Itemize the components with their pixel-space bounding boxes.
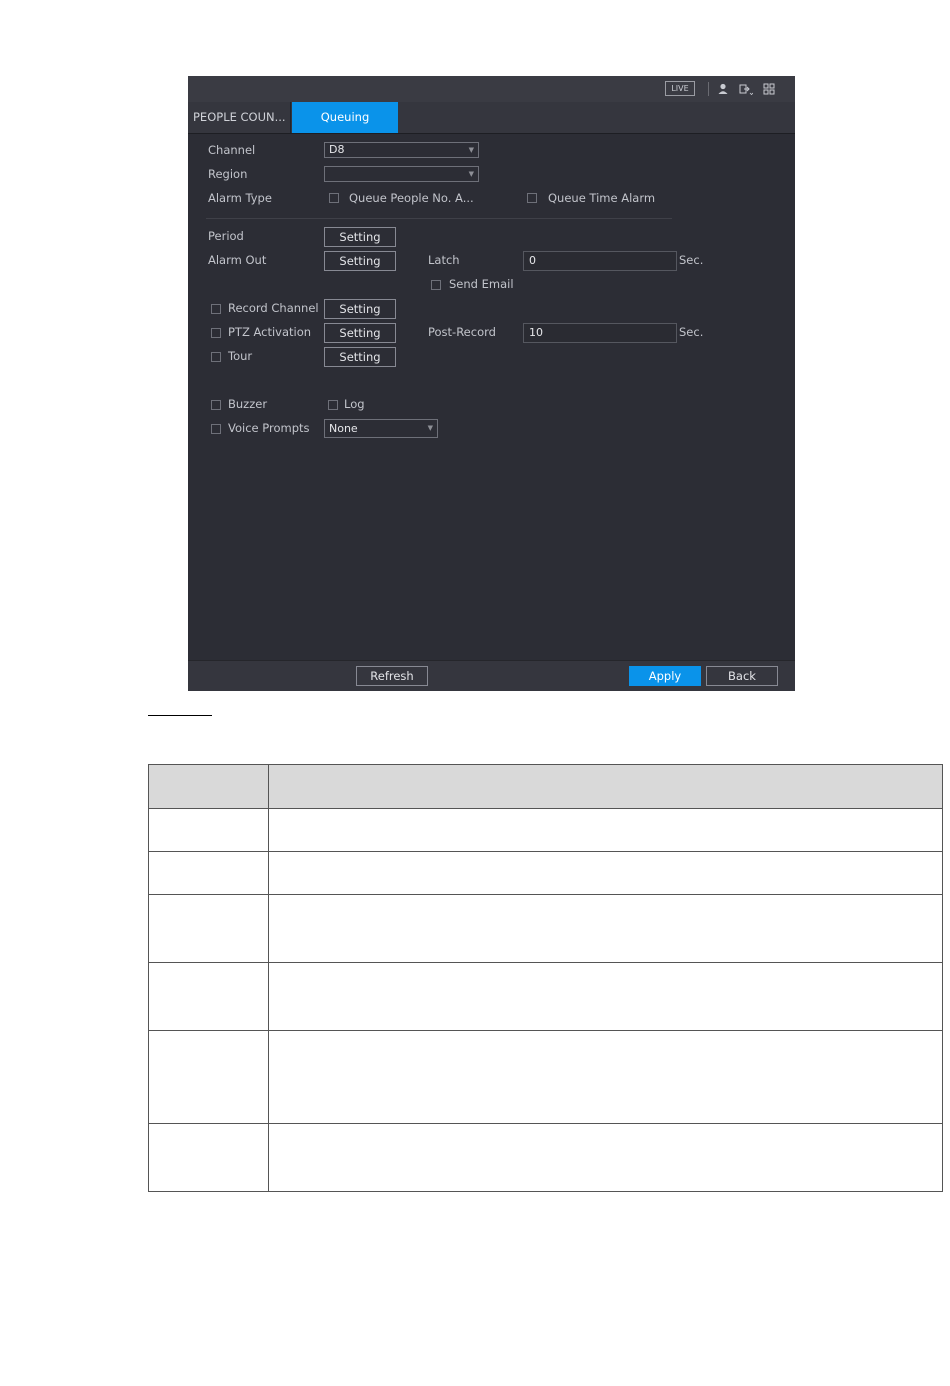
table-cell	[268, 808, 943, 852]
table-cell	[148, 1030, 269, 1124]
table-cell	[148, 851, 269, 895]
back-button[interactable]: Back	[706, 666, 778, 686]
table-row	[148, 851, 943, 895]
table-cell	[268, 1123, 943, 1192]
tab-people-counting[interactable]: PEOPLE COUN...	[188, 102, 291, 133]
send-email-checkbox[interactable]	[431, 280, 441, 290]
queue-people-label: Queue People No. A...	[349, 191, 474, 205]
log-label: Log	[344, 397, 365, 411]
record-channel-checkbox[interactable]	[211, 304, 221, 314]
table-cell	[148, 894, 269, 963]
table-row	[148, 1123, 943, 1192]
table-row	[148, 808, 943, 852]
channel-select[interactable]: D8 ▼	[324, 142, 479, 158]
post-record-input[interactable]: 10	[523, 323, 677, 343]
tab-queuing[interactable]: Queuing	[292, 102, 398, 133]
table-header-row	[148, 764, 943, 809]
user-icon[interactable]	[715, 81, 731, 97]
refresh-button[interactable]: Refresh	[356, 666, 428, 686]
queuing-config-window: LIVE PEOPLE COUN... Queuing Channel D8 ▼…	[188, 76, 795, 691]
latch-input[interactable]: 0	[523, 251, 677, 271]
parameter-table	[148, 764, 943, 1192]
table-header-cell	[148, 764, 269, 809]
table-row	[148, 962, 943, 1031]
voice-prompts-select[interactable]: None ▼	[324, 419, 438, 438]
table-row	[148, 1030, 943, 1124]
table-cell	[148, 808, 269, 852]
region-select[interactable]: ▼	[324, 166, 479, 182]
grid-icon[interactable]	[761, 81, 777, 97]
caption-underline	[148, 715, 212, 716]
ptz-activation-label: PTZ Activation	[228, 325, 312, 339]
live-button[interactable]: LIVE	[665, 81, 695, 96]
tab-bar: PEOPLE COUN... Queuing	[188, 102, 795, 134]
region-label: Region	[208, 167, 248, 181]
record-channel-setting-button[interactable]: Setting	[324, 299, 396, 319]
period-label: Period	[208, 229, 244, 243]
tour-setting-button[interactable]: Setting	[324, 347, 396, 367]
queue-time-checkbox[interactable]	[527, 193, 537, 203]
table-row	[148, 894, 943, 963]
post-record-label: Post-Record	[428, 325, 496, 339]
queue-time-label: Queue Time Alarm	[548, 191, 656, 205]
footer-bar: Refresh Apply Back	[188, 660, 795, 691]
voice-prompts-value: None	[329, 422, 358, 435]
top-toolbar: LIVE	[188, 76, 795, 103]
tour-checkbox[interactable]	[211, 352, 221, 362]
apply-button[interactable]: Apply	[629, 666, 701, 686]
section-divider	[206, 218, 672, 219]
toolbar-divider	[708, 82, 709, 96]
table-cell	[148, 1123, 269, 1192]
table-header-cell	[268, 764, 943, 809]
period-setting-button[interactable]: Setting	[324, 227, 396, 247]
alarm-out-setting-button[interactable]: Setting	[324, 251, 396, 271]
send-email-label: Send Email	[449, 277, 514, 291]
table-cell	[268, 894, 943, 963]
table-cell	[268, 962, 943, 1031]
table-cell	[268, 1030, 943, 1124]
chevron-down-icon: ▼	[468, 146, 474, 154]
tour-label: Tour	[228, 349, 253, 363]
latch-unit: Sec.	[679, 253, 704, 267]
alarm-type-label: Alarm Type	[208, 191, 272, 205]
voice-prompts-checkbox[interactable]	[211, 424, 221, 434]
queue-people-checkbox[interactable]	[329, 193, 339, 203]
latch-label: Latch	[428, 253, 460, 267]
chevron-down-icon: ▼	[468, 170, 474, 178]
record-channel-label: Record Channel	[228, 301, 319, 315]
ptz-activation-setting-button[interactable]: Setting	[324, 323, 396, 343]
ptz-activation-checkbox[interactable]	[211, 328, 221, 338]
channel-select-value: D8	[329, 143, 345, 156]
buzzer-checkbox[interactable]	[211, 400, 221, 410]
table-cell	[148, 962, 269, 1031]
table-cell	[268, 851, 943, 895]
alarm-out-label: Alarm Out	[208, 253, 267, 267]
channel-label: Channel	[208, 143, 256, 157]
post-record-unit: Sec.	[679, 325, 704, 339]
buzzer-label: Buzzer	[228, 397, 268, 411]
logout-icon[interactable]	[737, 81, 753, 97]
log-checkbox[interactable]	[328, 400, 338, 410]
voice-prompts-label: Voice Prompts	[228, 421, 310, 435]
chevron-down-icon: ▼	[427, 424, 433, 432]
